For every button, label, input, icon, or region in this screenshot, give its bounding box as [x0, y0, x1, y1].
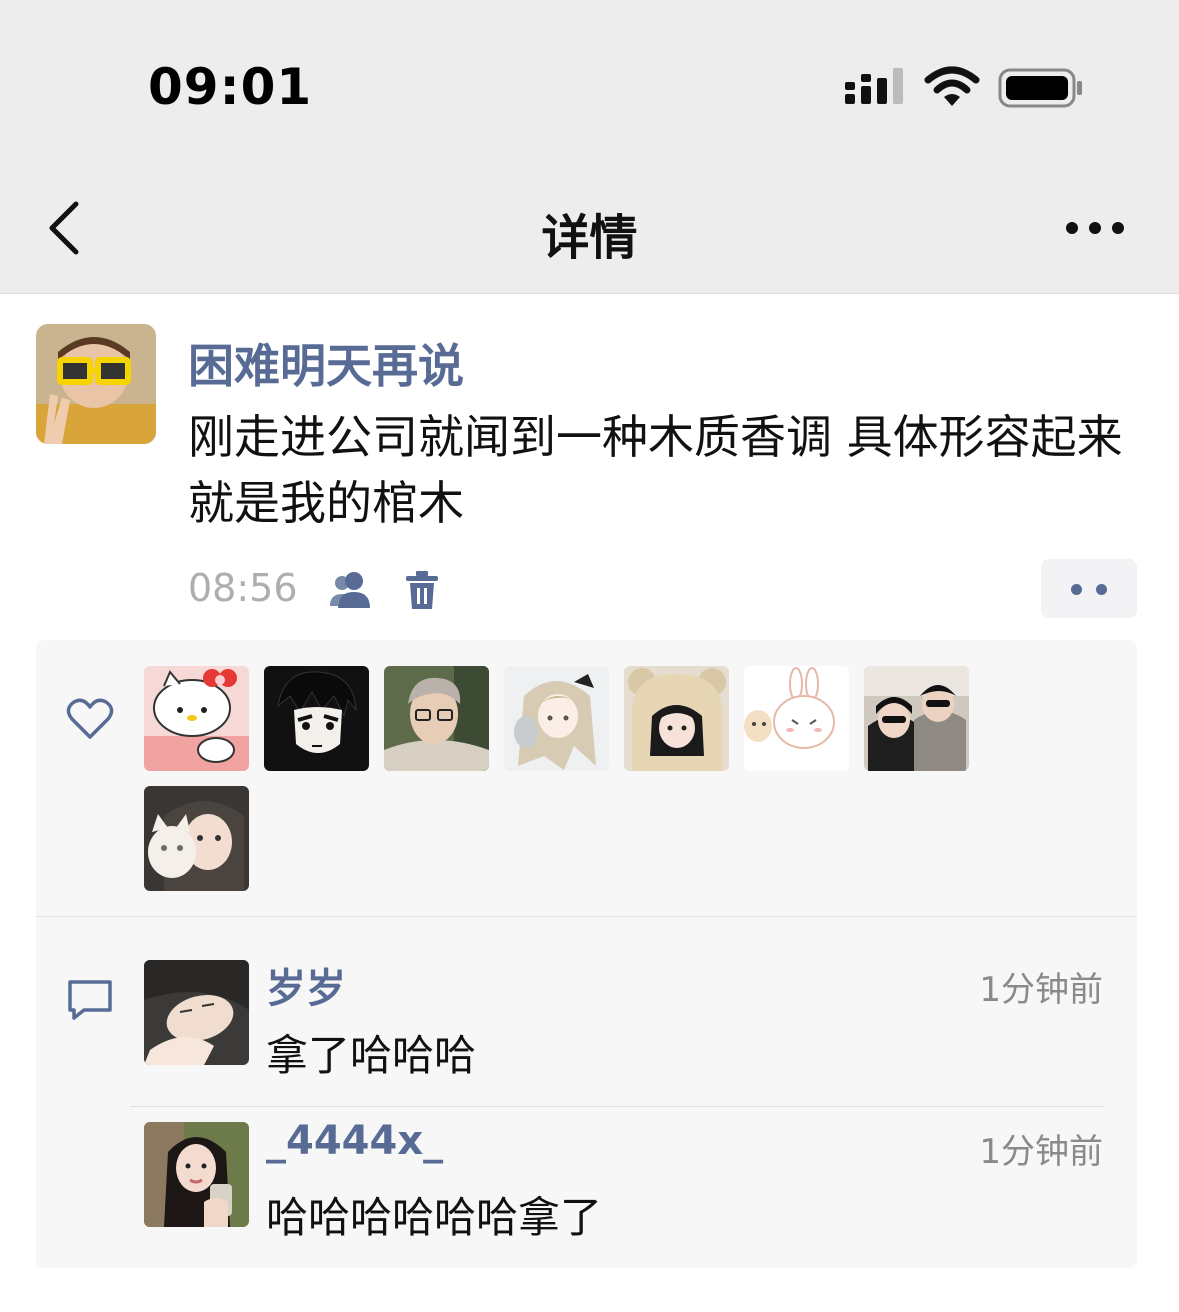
- child-sunglasses-avatar-image: [36, 324, 156, 444]
- like-avatar-hello-kitty[interactable]: [144, 666, 249, 771]
- delete-trash-icon[interactable]: [404, 570, 440, 610]
- post-time: 08:56: [188, 566, 298, 610]
- comment-divider: [130, 1106, 1105, 1107]
- comment-time: 1分钟前: [979, 970, 1103, 1010]
- likes-comments-panel: 岁岁 1分钟前 拿了哈哈哈 _4444x_ 1分钟前 哈哈哈哈哈哈拿了: [36, 640, 1137, 1268]
- menu-dot: [1071, 584, 1082, 595]
- girl-cat-avatar-image: [144, 786, 249, 891]
- comment-bubble-icon: [68, 980, 112, 1020]
- post-text: 刚走进公司就闻到一种木质香调 具体形容起来就是我的棺木: [188, 410, 1123, 530]
- sleeping-girl-avatar-image: [144, 960, 249, 1065]
- anime-boy-avatar-image: [264, 666, 369, 771]
- more-button[interactable]: [1062, 218, 1128, 238]
- post-action-menu-button[interactable]: [1041, 559, 1137, 618]
- post-author-name[interactable]: 困难明天再说: [188, 330, 464, 396]
- heart-icon: [66, 698, 114, 739]
- likes-comments-divider: [36, 916, 1137, 917]
- like-avatar-man-glasses[interactable]: [384, 666, 489, 771]
- like-avatar-girl-cat[interactable]: [144, 786, 249, 891]
- battery-icon: [998, 68, 1082, 108]
- hello-kitty-avatar-image: [144, 666, 249, 771]
- comment-text[interactable]: 哈哈哈哈哈哈拿了: [266, 1184, 602, 1245]
- visibility-people-icon[interactable]: [328, 570, 374, 610]
- page-title: 详情: [541, 210, 638, 266]
- like-avatar-couple-sunglasses[interactable]: [864, 666, 969, 771]
- bear-hat-girl-avatar-image: [624, 666, 729, 771]
- comment-author-name[interactable]: 岁岁: [266, 956, 346, 1014]
- comment-text[interactable]: 拿了哈哈哈: [266, 1022, 476, 1083]
- comment-author-name[interactable]: _4444x_: [266, 1118, 443, 1164]
- like-avatar-anime-girl[interactable]: [504, 666, 609, 771]
- comment-time: 1分钟前: [979, 1132, 1103, 1172]
- like-avatar-bear-hat-girl[interactable]: [624, 666, 729, 771]
- ellipsis-icon: [1066, 222, 1124, 234]
- wifi-icon: [924, 66, 980, 106]
- like-avatar-anime-boy[interactable]: [264, 666, 369, 771]
- bunny-avatar-image: [744, 666, 849, 771]
- like-avatar-bunny[interactable]: [744, 666, 849, 771]
- comment-avatar-1[interactable]: [144, 960, 249, 1065]
- comment-avatar-2[interactable]: [144, 1122, 249, 1227]
- nav-bar: 详情: [0, 150, 1179, 294]
- couple-sunglasses-avatar-image: [864, 666, 969, 771]
- post-author-avatar[interactable]: [36, 324, 156, 444]
- anime-girl-avatar-image: [504, 666, 609, 771]
- cellular-signal-icon: [845, 68, 903, 104]
- selfie-girl-avatar-image: [144, 1122, 249, 1227]
- status-time: 09:01: [148, 58, 313, 116]
- man-glasses-avatar-image: [384, 666, 489, 771]
- menu-dot: [1096, 584, 1107, 595]
- status-bar: 09:01: [0, 0, 1179, 150]
